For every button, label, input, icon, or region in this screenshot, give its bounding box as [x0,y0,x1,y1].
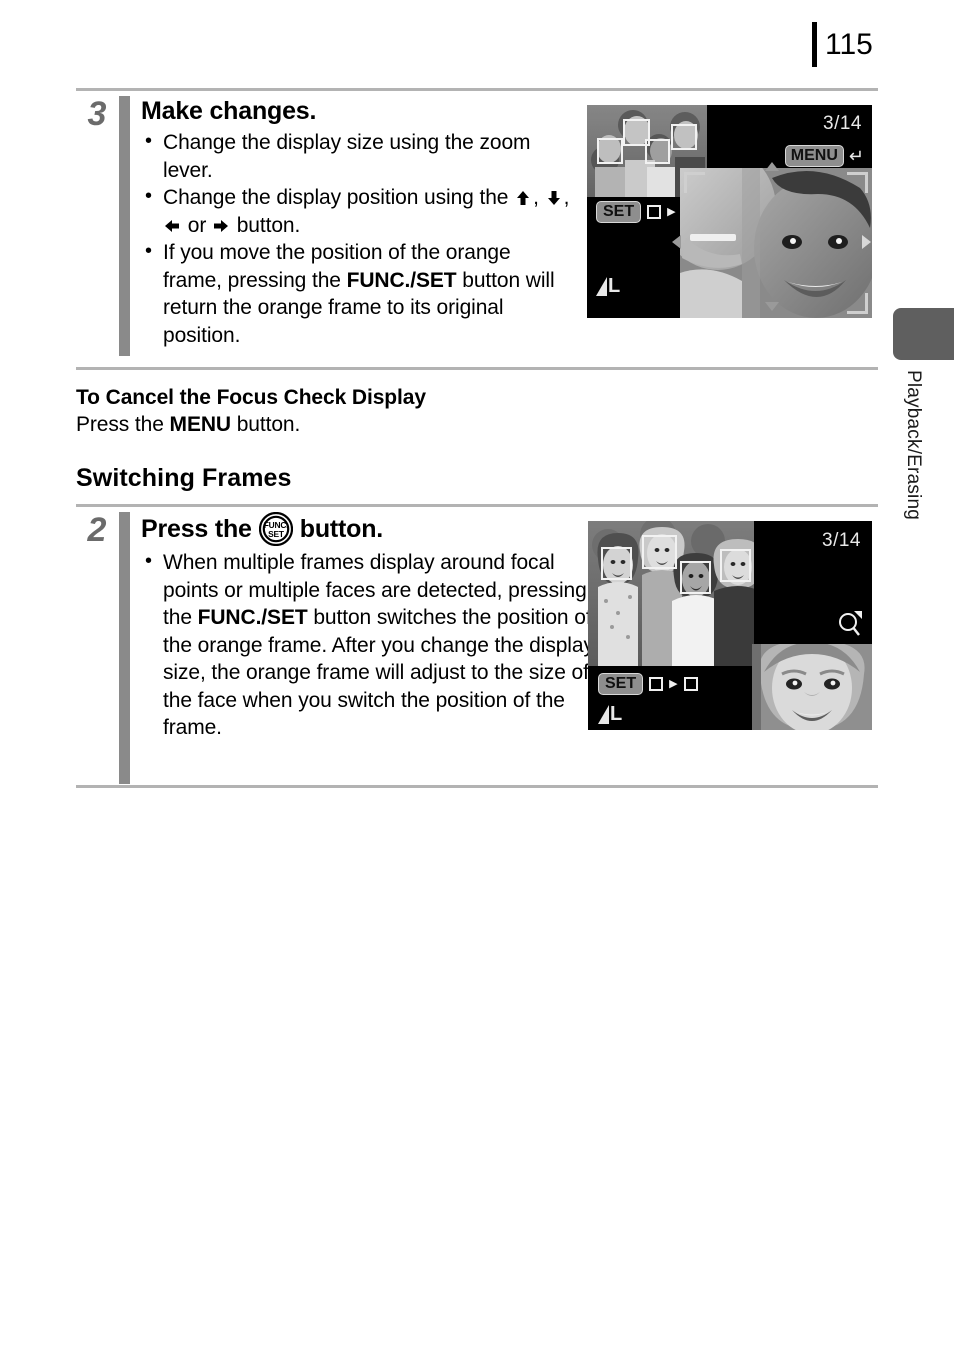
face-frame-selected [671,124,697,150]
lcd-quality-label: L [608,275,621,297]
box-small-icon [647,205,662,219]
lcd-magnified-face-inset [752,644,872,730]
fine-quality-icon [598,705,609,724]
page-header-rule [812,22,817,67]
box-small-icon [649,677,664,691]
step-vertical-bar-2 [119,512,130,784]
box-to-box-arrow-icon: ▶ [667,205,676,218]
box-large-icon [683,677,698,691]
face-frame-selected [642,535,677,569]
bullet-item: Change the display size using the zoom l… [141,128,571,184]
cancel-section-line: Press the MENU button. [76,411,576,438]
face-frame [645,139,670,164]
pan-left-indicator [672,235,681,254]
step-2-bullet-list: When multiple frames display around foca… [141,548,601,742]
lcd-quality-label: L [610,703,623,725]
step-title-3: Make changes. [141,96,571,126]
cancel-focus-check-section: To Cancel the Focus Check Display Press … [76,384,576,438]
step-vertical-bar-3 [119,96,130,356]
rule-below-step-2 [76,785,878,788]
step-number-2: 2 [87,511,107,549]
camera-lcd-focus-check: 3/14 MENU ↵ SET ▶ L [587,105,872,318]
lcd-set-label: SET [596,201,642,223]
lcd-menu-label: MENU [784,145,844,167]
side-tab-marker [893,308,954,360]
bullet-text-bold: FUNC./SET [197,606,308,629]
rule-above-step-3 [76,88,878,91]
lcd-frame-counter: 3/14 [823,113,862,134]
camera-lcd-switching-frames: 3/14 SET ▶ L [588,521,872,730]
lcd-set-badge: SET ▶ [598,673,698,695]
focus-bracket-corner [847,293,868,314]
pan-up-indicator [765,158,779,176]
rule-below-step-3 [76,367,878,370]
step-title-text-3: Make changes. [141,97,317,125]
step-body-2: Press the FUNC. SET button. When multipl… [141,511,601,742]
page-number: 115 [825,28,873,61]
bullet-item: When multiple frames display around foca… [141,548,601,742]
bullet-text: , [563,186,570,209]
fine-quality-icon [596,277,607,296]
arrow-up-icon [515,186,532,205]
face-frame [720,549,751,582]
face-frame [680,561,711,594]
bullet-item: Change the display position using the , … [141,183,571,239]
cancel-line-before: Press the [76,413,170,436]
step-body-3: Make changes. Change the display size us… [141,96,571,349]
page-header: 115 [812,22,873,67]
step-title-2: Press the FUNC. SET button. [141,511,601,547]
side-tab-label: Playback/Erasing [903,370,924,520]
bullet-text: , [533,186,545,209]
rule-above-step-2 [76,504,878,507]
pan-right-indicator [862,235,871,254]
step-title-text-before: Press the [141,515,252,543]
box-to-box-arrow-icon: ▶ [669,677,678,690]
lcd-frame-counter: 3/14 [822,530,861,551]
arrow-left-icon [164,214,181,232]
focus-bracket-corner [684,293,705,314]
lcd-magnified-view [680,168,872,318]
cancel-line-bold: MENU [169,413,232,436]
section-title-switching-frames: Switching Frames [76,464,292,492]
return-arrow-icon: ↵ [848,146,864,166]
bullet-text: or [182,213,212,237]
magnifier-icon [838,611,862,642]
lcd-main-photo [588,521,754,666]
func-set-icon: FUNC. SET [258,511,293,547]
arrow-right-icon [213,214,230,232]
step-3-bullet-list: Change the display size using the zoom l… [141,128,571,349]
face-frame [601,547,632,580]
bullet-text: Change the display position using the [163,186,515,209]
lcd-quality-indicator: L [596,275,621,297]
bullet-text-bold: FUNC./SET [346,268,457,292]
face-frame [597,138,623,164]
bullet-text: Change the display size using the zoom l… [163,131,531,182]
bullet-item: If you move the position of the orange f… [141,238,571,349]
pan-down-indicator [765,298,779,316]
step-number-3: 3 [87,95,107,133]
lcd-set-label: SET [598,673,644,695]
arrow-down-icon [546,186,563,205]
cancel-section-heading: To Cancel the Focus Check Display [76,386,426,409]
focus-bracket-corner [847,172,868,193]
lcd-menu-badge: MENU ↵ [784,145,864,167]
svg-text:SET: SET [268,529,285,539]
focus-bracket-corner [684,172,705,193]
bullet-text: button. [230,213,301,237]
lcd-quality-indicator: L [598,703,623,725]
step-title-text-after: button. [299,515,384,543]
cancel-line-after: button. [230,413,301,436]
